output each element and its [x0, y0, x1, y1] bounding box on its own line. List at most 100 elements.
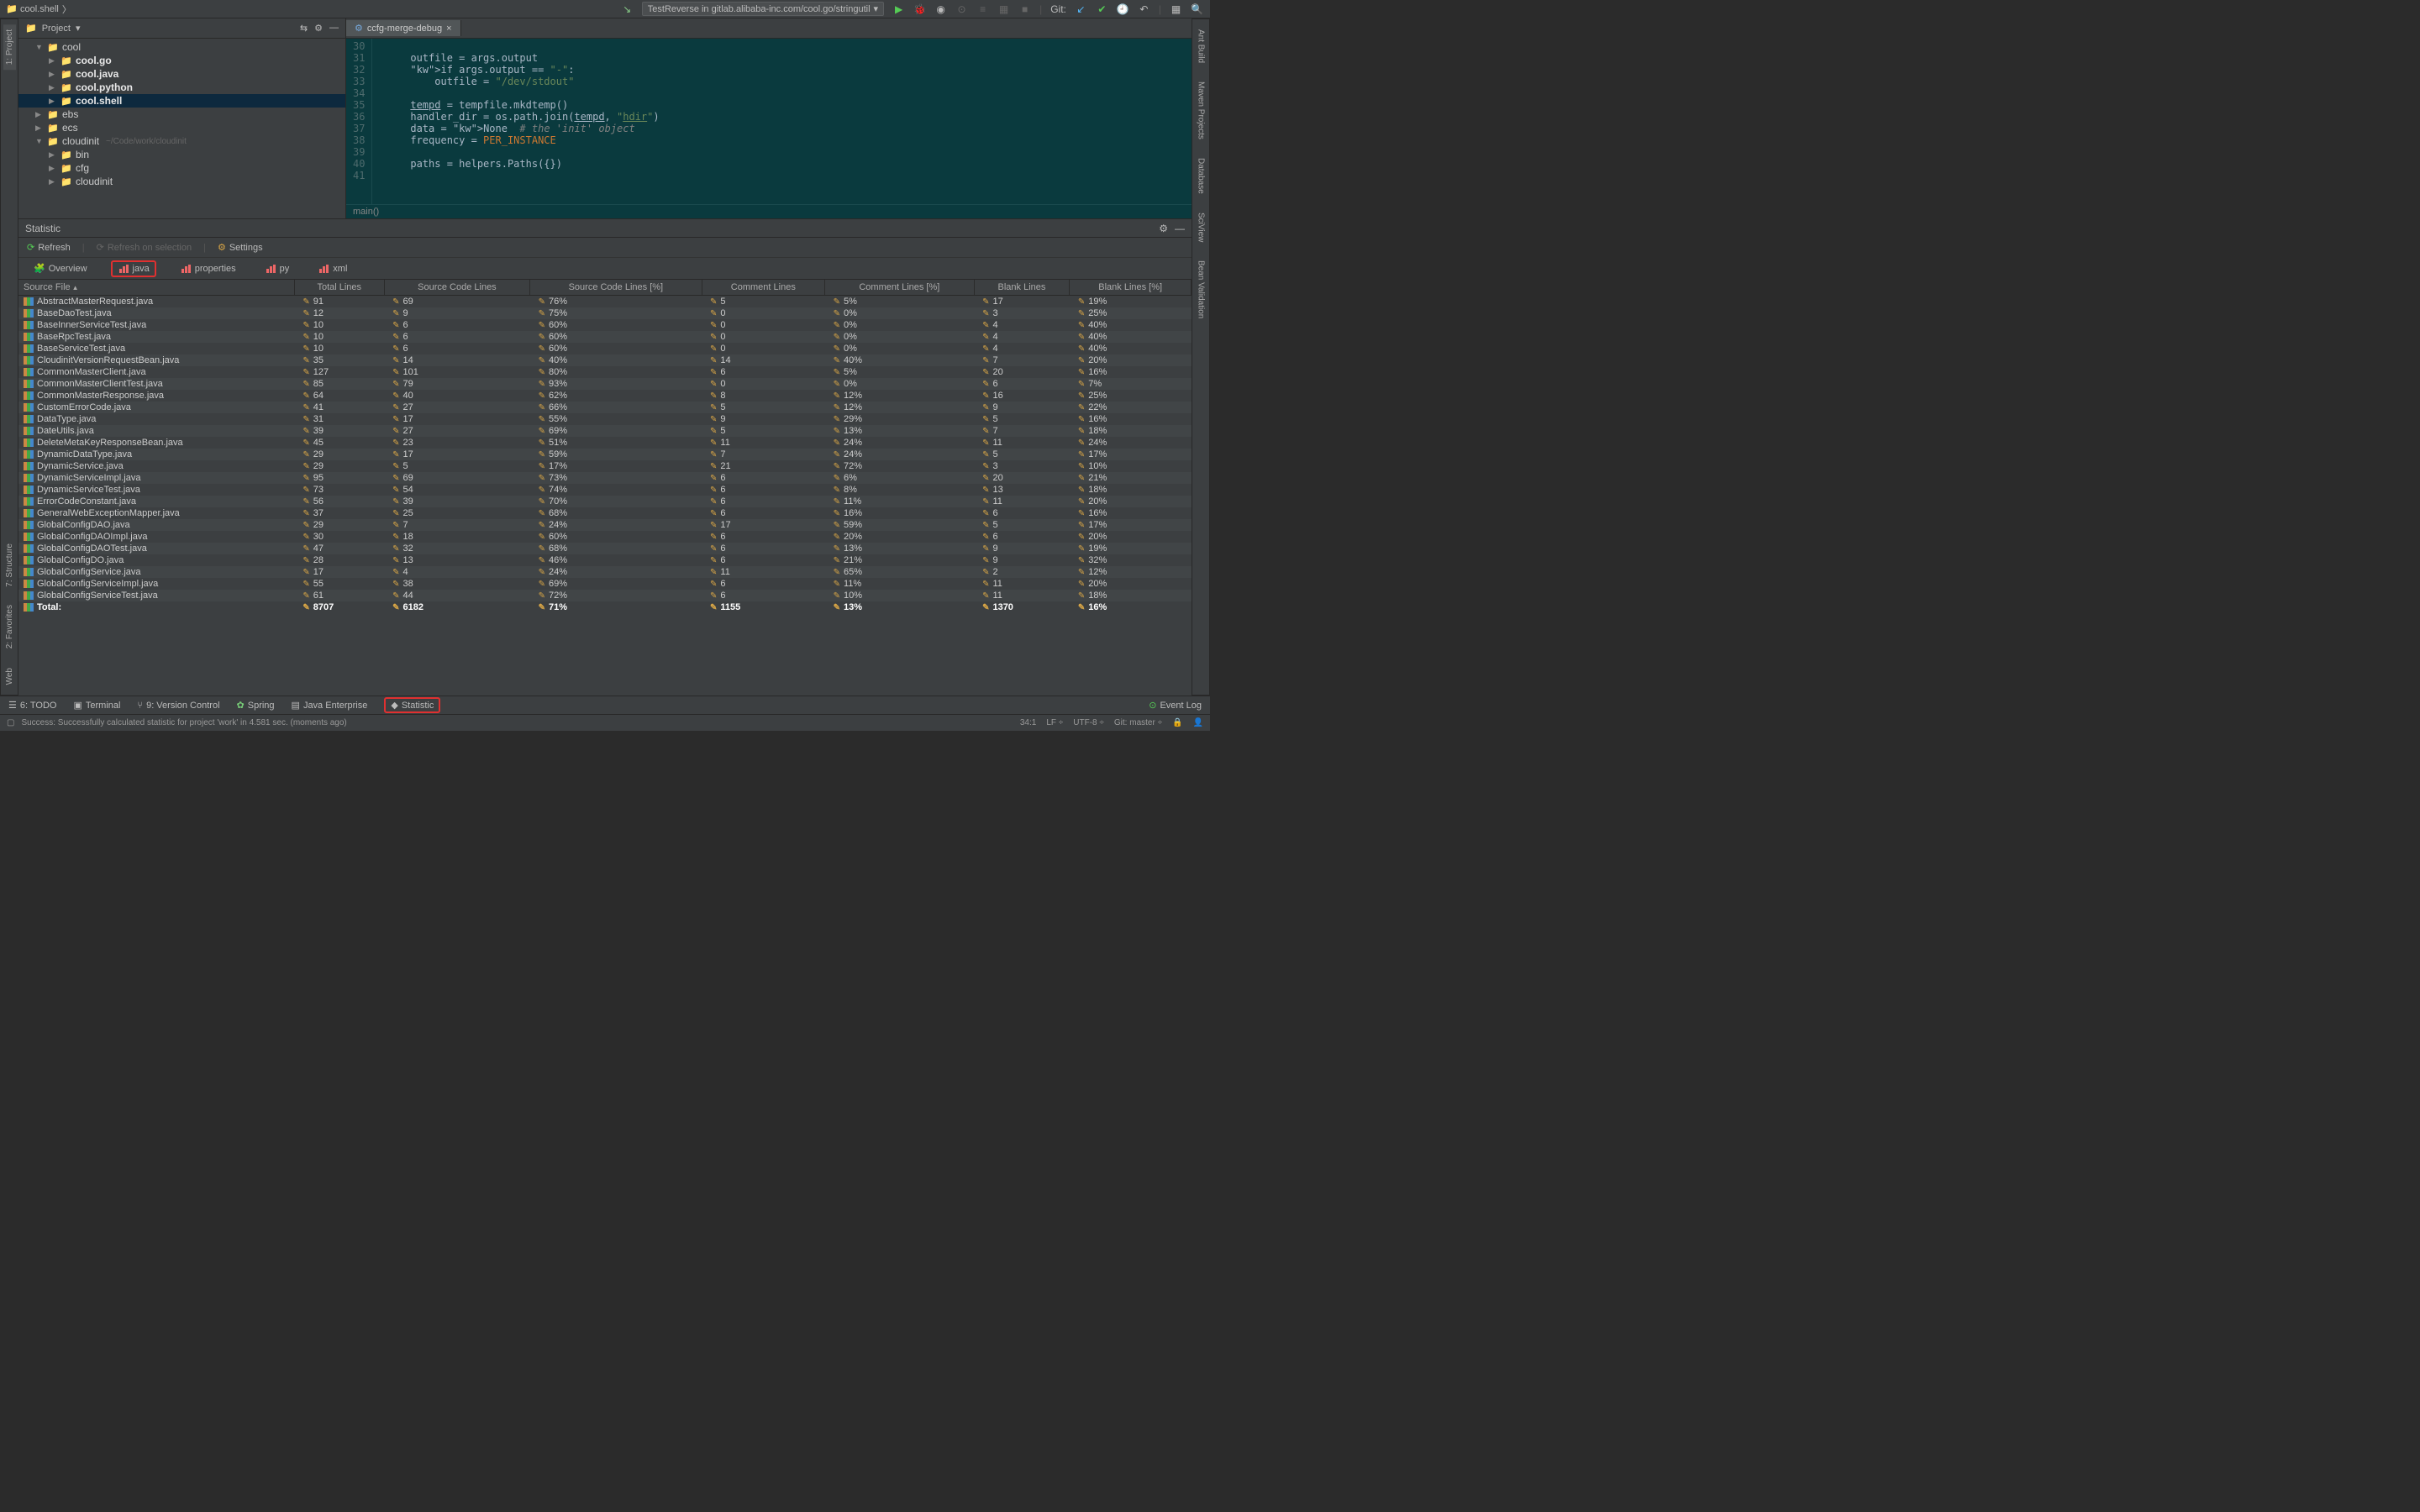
table-row[interactable]: CloudinitVersionRequestBean.java✎35✎14✎4… — [18, 354, 1192, 366]
table-row[interactable]: CommonMasterClient.java✎127✎101✎80%✎6✎5%… — [18, 366, 1192, 378]
table-row[interactable]: BaseServiceTest.java✎10✎6✎60%✎0✎0%✎4✎40% — [18, 343, 1192, 354]
refresh-on-selection-button[interactable]: ⟳ Refresh on selection — [97, 242, 192, 253]
vcs-history-icon[interactable]: 🕘 — [1117, 3, 1129, 15]
lock-icon[interactable]: 🔒 — [1172, 718, 1182, 727]
tab-javaee[interactable]: ▤Java Enterprise — [292, 700, 368, 711]
table-row[interactable]: CustomErrorCode.java✎41✎27✎66%✎5✎12%✎9✎2… — [18, 402, 1192, 413]
tab-database[interactable]: Database — [1195, 153, 1207, 199]
column-header[interactable]: Total Lines — [294, 280, 384, 296]
tab-project[interactable]: 1: Project — [3, 24, 16, 70]
table-row[interactable]: AbstractMasterRequest.java✎91✎69✎76%✎5✎5… — [18, 296, 1192, 308]
table-row[interactable]: DateUtils.java✎39✎27✎69%✎5✎13%✎7✎18% — [18, 425, 1192, 437]
tree-arrow-icon[interactable]: ▶ — [35, 110, 44, 119]
tree-arrow-icon[interactable]: ▶ — [49, 70, 57, 79]
structure-icon[interactable]: ▦ — [1170, 3, 1182, 15]
column-header[interactable]: Blank Lines — [974, 280, 1070, 296]
tree-item[interactable]: ▶📁cool.java — [18, 67, 345, 81]
tree-item[interactable]: ▶📁cool.shell — [18, 94, 345, 108]
tab-ant[interactable]: Ant Build — [1195, 24, 1207, 68]
hammer-icon[interactable]: ↘ — [621, 3, 634, 15]
statistic-table-wrap[interactable]: Source File▲Total LinesSource Code Lines… — [18, 280, 1192, 696]
column-header[interactable]: Comment Lines — [702, 280, 825, 296]
vcs-commit-icon[interactable]: ✔ — [1096, 3, 1108, 15]
hide-icon[interactable]: — — [1175, 223, 1185, 234]
settings-button[interactable]: ⚙ Settings — [218, 242, 263, 253]
tab-vcs[interactable]: ⑂9: Version Control — [137, 701, 219, 711]
tab-xml[interactable]: xml — [313, 262, 352, 276]
editor-breadcrumb[interactable]: main() — [346, 204, 1192, 218]
column-header[interactable]: Comment Lines [%] — [825, 280, 974, 296]
tree-item[interactable]: ▶📁cool.python — [18, 81, 345, 94]
status-position[interactable]: 34:1 — [1020, 718, 1036, 727]
tab-py[interactable]: py — [260, 262, 295, 276]
status-line-sep[interactable]: LF ÷ — [1046, 718, 1063, 727]
table-row[interactable]: BaseInnerServiceTest.java✎10✎6✎60%✎0✎0%✎… — [18, 319, 1192, 331]
tree-item[interactable]: ▶📁cloudinit — [18, 175, 345, 188]
run-config-dropdown[interactable]: TestReverse in gitlab.alibaba-inc.com/co… — [642, 2, 884, 16]
tree-item[interactable]: ▶📁cfg — [18, 161, 345, 175]
close-icon[interactable]: × — [446, 24, 451, 34]
table-row[interactable]: GlobalConfigService.java✎17✎4✎24%✎11✎65%… — [18, 566, 1192, 578]
status-encoding[interactable]: UTF-8 ÷ — [1073, 718, 1104, 727]
tab-todo[interactable]: ☰6: TODO — [8, 700, 56, 711]
breadcrumb-item[interactable]: cool.shell — [20, 4, 59, 14]
tab-favorites[interactable]: 2: Favorites — [3, 600, 16, 654]
table-row[interactable]: GeneralWebExceptionMapper.java✎37✎25✎68%… — [18, 507, 1192, 519]
coverage-icon[interactable]: ◉ — [934, 3, 947, 15]
inspection-icon[interactable]: 👤 — [1193, 718, 1203, 727]
stop-icon[interactable]: ≡ — [976, 3, 989, 15]
table-row[interactable]: GlobalConfigServiceImpl.java✎55✎38✎69%✎6… — [18, 578, 1192, 590]
editor-body[interactable]: 303132333435363738394041 outfile = args.… — [346, 39, 1192, 204]
column-header[interactable]: Source Code Lines [%] — [530, 280, 702, 296]
column-header[interactable]: Blank Lines [%] — [1070, 280, 1192, 296]
table-row[interactable]: BaseRpcTest.java✎10✎6✎60%✎0✎0%✎4✎40% — [18, 331, 1192, 343]
tree-arrow-icon[interactable]: ▶ — [49, 150, 57, 160]
tree-item[interactable]: ▼📁cool — [18, 40, 345, 54]
tab-statistic[interactable]: ◆Statistic — [384, 697, 440, 713]
table-row[interactable]: DynamicServiceImpl.java✎95✎69✎73%✎6✎6%✎2… — [18, 472, 1192, 484]
table-row[interactable]: DeleteMetaKeyResponseBean.java✎45✎23✎51%… — [18, 437, 1192, 449]
table-row[interactable]: DynamicServiceTest.java✎73✎54✎74%✎6✎8%✎1… — [18, 484, 1192, 496]
status-window-icon[interactable]: ▢ — [7, 718, 14, 727]
table-row[interactable]: DynamicService.java✎29✎5✎17%✎21✎72%✎3✎10… — [18, 460, 1192, 472]
tree-item[interactable]: ▶📁cool.go — [18, 54, 345, 67]
tree-arrow-icon[interactable]: ▶ — [49, 164, 57, 173]
attach-icon[interactable]: ▦ — [997, 3, 1010, 15]
refresh-button[interactable]: ⟳ Refresh — [27, 242, 71, 253]
tree-arrow-icon[interactable]: ▶ — [35, 123, 44, 133]
tab-eventlog[interactable]: ⊙Event Log — [1149, 700, 1202, 711]
tab-structure[interactable]: 7: Structure — [3, 538, 16, 592]
table-row[interactable]: DataType.java✎31✎17✎55%✎9✎29%✎5✎16% — [18, 413, 1192, 425]
tree-arrow-icon[interactable]: ▶ — [49, 97, 57, 106]
table-row[interactable]: BaseDaoTest.java✎12✎9✎75%✎0✎0%✎3✎25% — [18, 307, 1192, 319]
tree-item[interactable]: ▶📁ecs — [18, 121, 345, 134]
vcs-update-icon[interactable]: ↙ — [1075, 3, 1087, 15]
tab-maven[interactable]: Maven Projects — [1195, 76, 1207, 144]
tab-java[interactable]: java — [111, 260, 156, 277]
table-row[interactable]: ErrorCodeConstant.java✎56✎39✎70%✎6✎11%✎1… — [18, 496, 1192, 507]
search-icon[interactable]: 🔍 — [1191, 3, 1203, 15]
tree-item[interactable]: ▶📁ebs — [18, 108, 345, 121]
tree-item[interactable]: ▶📁bin — [18, 148, 345, 161]
tab-sciview[interactable]: SciView — [1195, 207, 1207, 247]
editor-tab-active[interactable]: ⚙ ccfg-merge-debug × — [346, 20, 461, 36]
tab-web[interactable]: Web — [3, 663, 16, 690]
table-row[interactable]: GlobalConfigDAOTest.java✎47✎32✎68%✎6✎13%… — [18, 543, 1192, 554]
breadcrumb[interactable]: 📁 cool.shell 〉 — [7, 3, 71, 16]
tree-arrow-icon[interactable]: ▼ — [35, 43, 44, 51]
tree-arrow-icon[interactable]: ▶ — [49, 56, 57, 66]
tab-spring[interactable]: ✿Spring — [237, 700, 275, 711]
tree-item[interactable]: ▼📁cloudinit~/Code/work/cloudinit — [18, 134, 345, 148]
tab-overview[interactable]: 🧩 Overview — [29, 261, 92, 276]
tab-terminal[interactable]: ▣Terminal — [73, 700, 120, 711]
profile-icon[interactable]: ⊙ — [955, 3, 968, 15]
tab-properties[interactable]: properties — [175, 262, 241, 276]
collapse-icon[interactable]: ⇆ — [300, 23, 308, 34]
table-row[interactable]: GlobalConfigDAO.java✎29✎7✎24%✎17✎59%✎5✎1… — [18, 519, 1192, 531]
table-row[interactable]: GlobalConfigServiceTest.java✎61✎44✎72%✎6… — [18, 590, 1192, 601]
tab-bean[interactable]: Bean Validation — [1195, 255, 1207, 323]
hide-icon[interactable]: — — [329, 23, 339, 34]
table-row[interactable]: GlobalConfigDAOImpl.java✎30✎18✎60%✎6✎20%… — [18, 531, 1192, 543]
project-header-label[interactable]: Project — [42, 24, 71, 34]
table-row[interactable]: CommonMasterResponse.java✎64✎40✎62%✎8✎12… — [18, 390, 1192, 402]
